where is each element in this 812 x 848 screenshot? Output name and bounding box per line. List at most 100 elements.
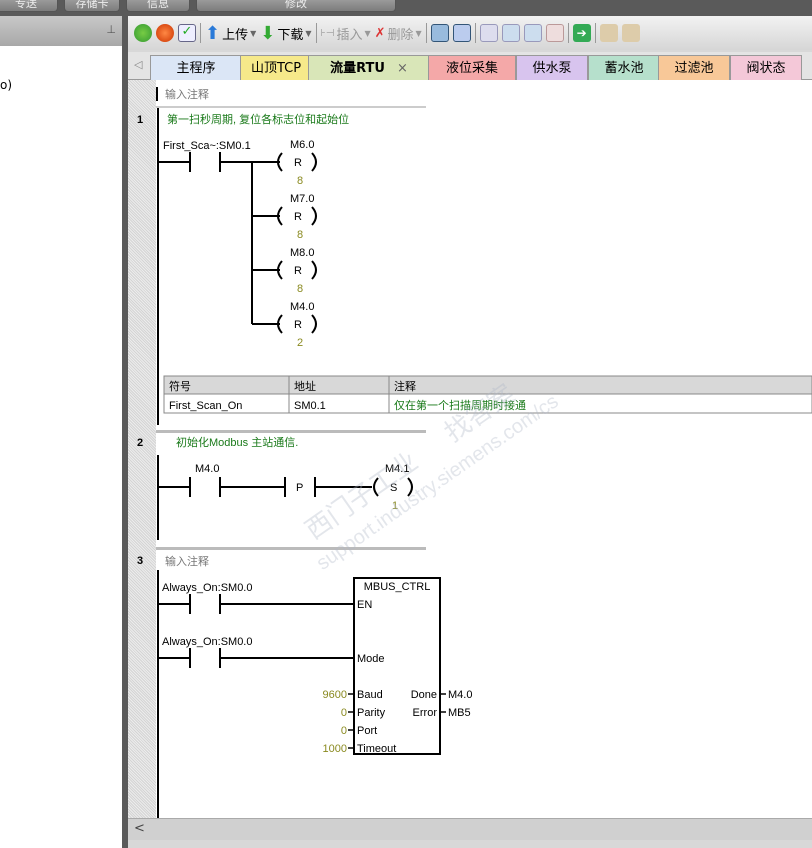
- scroll-left-icon[interactable]: <: [134, 821, 145, 836]
- separator: [594, 23, 596, 43]
- coil-op: R: [294, 265, 302, 277]
- coil-count: 2: [297, 337, 303, 349]
- coil-address: M7.0: [290, 193, 314, 205]
- block-output-value[interactable]: MB5: [448, 707, 471, 719]
- network-comment[interactable]: 初始化Modbus 主站通信.: [176, 435, 298, 449]
- delete-button[interactable]: ✗ 删除 ▼: [375, 21, 422, 45]
- separator: [315, 23, 317, 43]
- coil-shape: [252, 152, 317, 172]
- tab-close-icon[interactable]: ×: [397, 61, 408, 76]
- horizontal-scrollbar[interactable]: <: [128, 818, 812, 840]
- upload-button[interactable]: ⬆ 上传 ▼: [205, 21, 256, 45]
- unlock-icon[interactable]: [621, 24, 640, 42]
- tab-4[interactable]: 供水泵: [516, 55, 588, 80]
- contact-first-scan: [158, 152, 253, 324]
- tab-1[interactable]: 山顶TCP: [240, 55, 312, 80]
- tab-2[interactable]: 流量RTU ×: [308, 55, 430, 80]
- svg-text:support.industry.siemens.com/c: support.industry.siemens.com/cs: [313, 390, 563, 574]
- tab-label: 供水泵: [532, 61, 572, 76]
- run-icon[interactable]: [134, 24, 152, 42]
- box-icon[interactable]: [479, 24, 498, 42]
- coil-reset[interactable]: M6.0 R 8: [252, 139, 317, 187]
- block-input-pin: Baud: [357, 689, 383, 701]
- tab-5[interactable]: 蓄水池: [588, 55, 660, 80]
- network-number: 2: [137, 437, 143, 449]
- coil-reset[interactable]: M4.0 R 2: [252, 301, 317, 349]
- network-2-icon[interactable]: [452, 24, 471, 42]
- stop-icon[interactable]: [156, 24, 174, 42]
- header-comment[interactable]: 输入注释: [165, 87, 209, 101]
- coil-reset[interactable]: M8.0 R 8: [252, 247, 317, 295]
- coil-shape: [252, 314, 317, 334]
- coil-shape: [252, 206, 317, 226]
- block-input-pin: Port: [357, 725, 377, 737]
- coil-count: 8: [297, 283, 303, 295]
- tab-0[interactable]: 主程序: [150, 55, 242, 80]
- compile-icon[interactable]: ✓: [178, 24, 196, 42]
- insert-label: 插入: [336, 27, 363, 43]
- block-output-pin: Done: [411, 689, 437, 701]
- top-tab-memory-card[interactable]: 存储卡: [64, 0, 120, 12]
- separator: [200, 23, 201, 43]
- block-input-pin: Parity: [357, 707, 386, 719]
- coil-address: M4.0: [290, 301, 314, 313]
- tab-label: 蓄水池: [604, 61, 644, 76]
- tab-label: 山顶TCP: [250, 61, 302, 76]
- contact-label: Always_On:SM0.0: [162, 636, 252, 648]
- separator: [425, 23, 427, 43]
- insert-button[interactable]: ⊦⊣ 插入 ▼: [321, 21, 371, 45]
- tab-scroll-left-icon[interactable]: ◁: [134, 58, 142, 71]
- block-title: MBUS_CTRL: [364, 581, 431, 593]
- goto-icon[interactable]: ➔: [572, 24, 591, 42]
- block-input-value[interactable]: 0: [341, 725, 347, 737]
- block-pins: [348, 693, 446, 749]
- block-input-value[interactable]: 9600: [323, 689, 347, 701]
- download-button[interactable]: ⬇ 下载 ▼: [260, 21, 311, 45]
- block-output-pin: Error: [413, 707, 438, 719]
- network-comment[interactable]: 第一扫秒周期, 复位各标志位和起始位: [167, 112, 349, 126]
- tab-label: 过滤池: [674, 61, 714, 76]
- block-input-value[interactable]: 0: [341, 707, 347, 719]
- undo-icon[interactable]: [501, 24, 520, 42]
- lock-icon[interactable]: [599, 24, 618, 42]
- chevron-down-icon[interactable]: ▼: [305, 29, 311, 38]
- block-input-value[interactable]: 1000: [323, 743, 347, 755]
- chevron-down-icon[interactable]: ▼: [364, 29, 370, 38]
- upload-label: 上传: [222, 27, 249, 43]
- left-panel: ⊥ o): [0, 16, 122, 848]
- insert-icon: ⊦⊣: [320, 27, 335, 39]
- top-tab-info[interactable]: 信息: [126, 0, 190, 12]
- table-header-comment: 注释: [394, 379, 416, 393]
- network-comment[interactable]: 输入注释: [165, 554, 209, 568]
- coil-address: M6.0: [290, 139, 314, 151]
- tree-item-text[interactable]: o): [0, 78, 12, 92]
- top-tab-modify[interactable]: 修改: [196, 0, 396, 12]
- ladder-diagram: M6.0 R 8 M7.0 R 8 M8.0 R 8 M4.0 R 2 输入注释 1 第一扫秒周期, …: [137, 87, 812, 818]
- clear-icon[interactable]: [545, 24, 564, 42]
- coil-address: M8.0: [290, 247, 314, 259]
- contact-always-on-en: [158, 594, 354, 614]
- pin-icon[interactable]: ⊥: [106, 23, 116, 36]
- network-number: 1: [137, 114, 143, 126]
- contact-always-on-mode: [158, 648, 354, 668]
- network-separator: [156, 547, 426, 550]
- download-arrow-icon: ⬇: [260, 22, 276, 44]
- coil-reset[interactable]: M7.0 R 8: [252, 193, 317, 241]
- network-icon[interactable]: [430, 24, 449, 42]
- block-output-value[interactable]: M4.0: [448, 689, 472, 701]
- tab-3[interactable]: 液位采集: [428, 55, 516, 80]
- top-tab-transfer[interactable]: 专送: [0, 0, 58, 12]
- tab-6[interactable]: 过滤池: [658, 55, 730, 80]
- redo-icon[interactable]: [523, 24, 542, 42]
- network-separator: [156, 106, 426, 108]
- table-cell-address: SM0.1: [294, 400, 326, 412]
- delete-icon: ✗: [374, 25, 386, 41]
- chevron-down-icon[interactable]: ▼: [416, 29, 422, 38]
- ladder-editor[interactable]: M6.0 R 8 M7.0 R 8 M8.0 R 8 M4.0 R 2 输入注释 1 第一扫秒周期, …: [128, 80, 812, 818]
- positive-edge-label: P: [296, 482, 303, 494]
- pou-tab-strip: ◁ 主程序 山顶TCP 流量RTU × 液位采集 供水泵 蓄水池 过滤池 阀状态: [128, 52, 812, 80]
- tab-7[interactable]: 阀状态: [730, 55, 802, 80]
- chevron-down-icon[interactable]: ▼: [250, 29, 256, 38]
- separator: [474, 23, 476, 43]
- contact-label: First_Sca~:SM0.1: [163, 140, 251, 152]
